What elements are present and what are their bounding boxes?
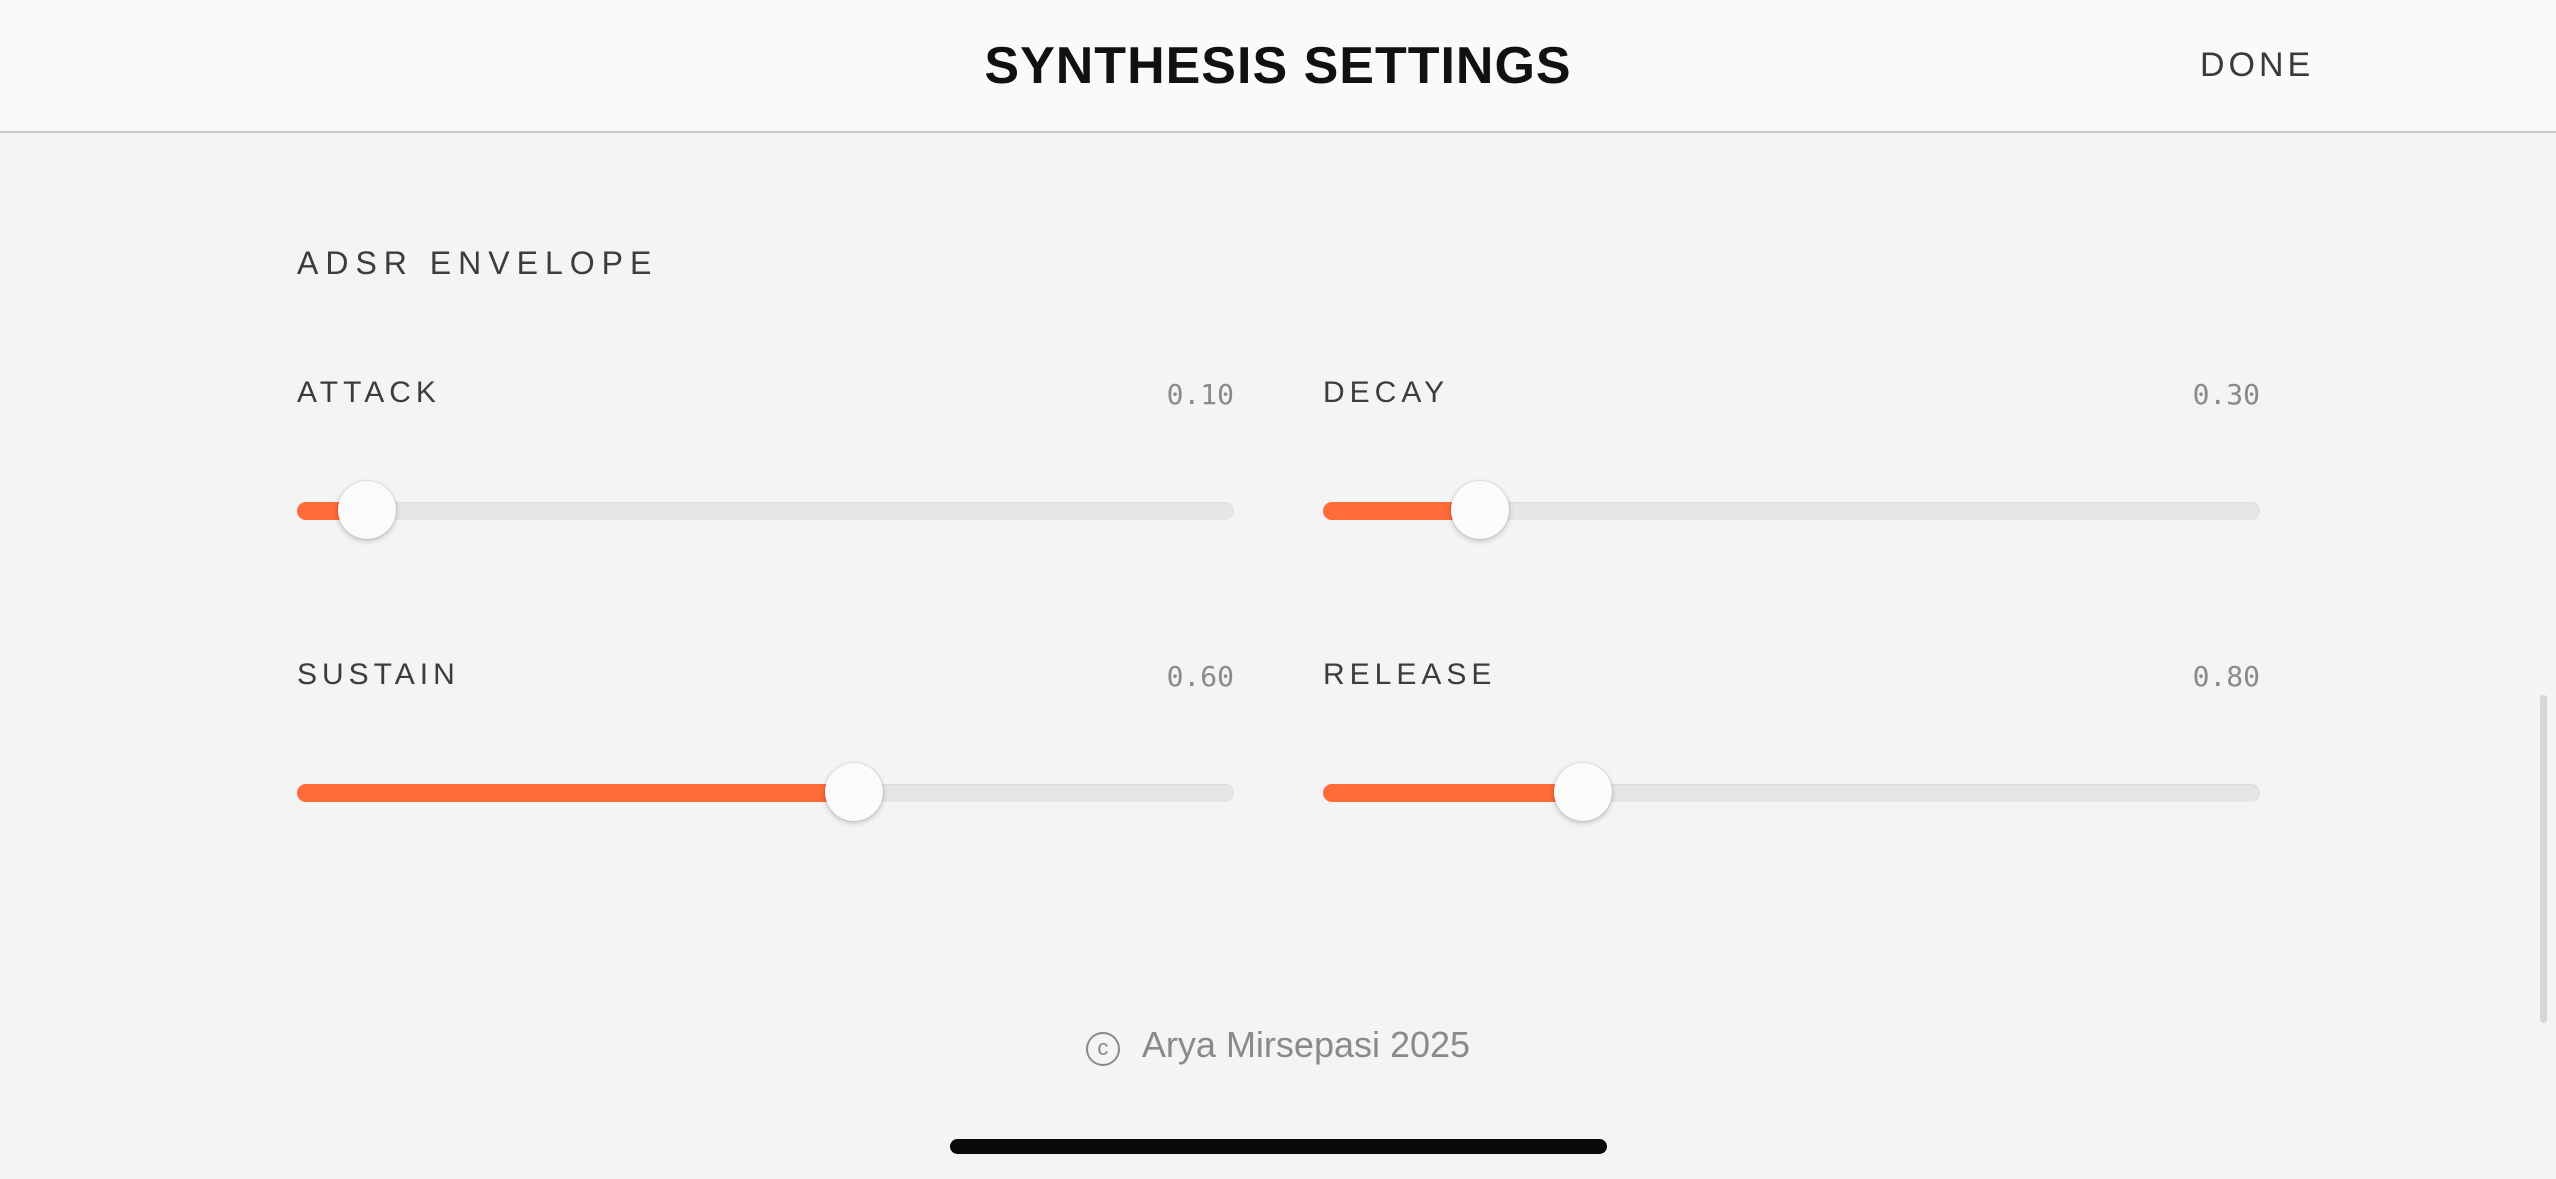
decay-value: 0.30	[2192, 378, 2260, 411]
attack-label: ATTACK	[297, 376, 441, 409]
vertical-scrollbar[interactable]	[2540, 695, 2547, 1023]
page-title: SYNTHESIS SETTINGS	[984, 37, 1572, 95]
sustain-value: 0.60	[1166, 660, 1234, 693]
decay-label: DECAY	[1323, 376, 1450, 409]
decay-slider-thumb[interactable]	[1451, 481, 1509, 539]
release-value: 0.80	[2192, 660, 2260, 693]
home-indicator[interactable]	[950, 1139, 1607, 1154]
attack-slider-track[interactable]	[297, 502, 1234, 520]
attack-slider[interactable]	[297, 480, 1234, 540]
attack-slider-thumb[interactable]	[338, 481, 396, 539]
decay-control: DECAY 0.30	[1323, 376, 2260, 539]
attack-value: 0.10	[1166, 378, 1234, 411]
navigation-bar: SYNTHESIS SETTINGS DONE	[0, 0, 2556, 133]
copyright-text: Arya Mirsepasi 2025	[1141, 1024, 1471, 1065]
copyright-icon: c	[1085, 1032, 1120, 1066]
release-label: RELEASE	[1323, 658, 1497, 691]
release-slider[interactable]	[1323, 762, 2260, 822]
section-title-adsr: ADSR ENVELOPE	[297, 245, 659, 281]
decay-slider[interactable]	[1323, 480, 2260, 540]
attack-control: ATTACK 0.10	[297, 376, 1234, 539]
release-control: RELEASE 0.80	[1323, 658, 2260, 821]
release-slider-fill	[1323, 784, 1583, 802]
sustain-slider-fill	[297, 784, 854, 802]
release-slider-thumb[interactable]	[1554, 763, 1612, 821]
sustain-label: SUSTAIN	[297, 658, 460, 691]
synthesis-settings-screen: SYNTHESIS SETTINGS DONE ADSR ENVELOPE AT…	[0, 0, 2556, 1179]
done-button[interactable]: DONE	[2200, 46, 2330, 85]
copyright-footer: c Arya Mirsepasi 2025	[0, 1024, 2556, 1066]
sustain-control: SUSTAIN 0.60	[297, 658, 1234, 821]
sustain-slider-thumb[interactable]	[825, 763, 883, 821]
sustain-slider[interactable]	[297, 762, 1234, 822]
